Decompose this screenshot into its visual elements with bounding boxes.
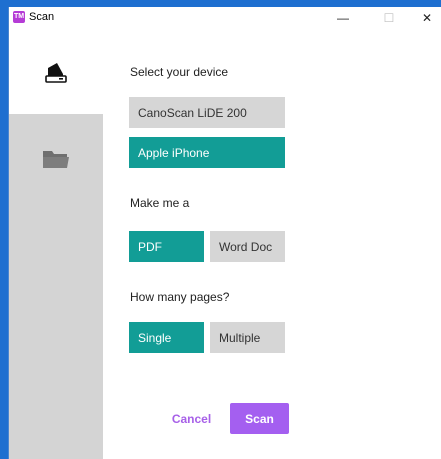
- maximize-button[interactable]: ☐: [369, 7, 409, 29]
- device-option-apple-iphone[interactable]: Apple iPhone: [129, 137, 285, 168]
- device-option-canoscan[interactable]: CanoScan LiDE 200: [129, 97, 285, 128]
- format-option-word-doc[interactable]: Word Doc: [210, 231, 285, 262]
- scanner-icon: [45, 62, 67, 83]
- scan-window: TM Scan — ☐ ✕ Select your device CanoSca…: [8, 7, 441, 459]
- scan-button[interactable]: Scan: [230, 403, 289, 434]
- app-icon: TM: [13, 11, 25, 23]
- folder-icon: [43, 151, 69, 168]
- sidebar-item-folder[interactable]: [9, 114, 103, 204]
- pages-label: How many pages?: [130, 290, 230, 304]
- format-option-pdf[interactable]: PDF: [129, 231, 204, 262]
- minimize-button[interactable]: —: [323, 7, 363, 29]
- window-title: Scan: [29, 11, 55, 23]
- title-bar[interactable]: TM Scan — ☐ ✕: [9, 7, 441, 29]
- sidebar: [9, 29, 103, 459]
- pages-option-multiple[interactable]: Multiple: [210, 322, 285, 353]
- pages-option-single[interactable]: Single: [129, 322, 204, 353]
- cancel-button[interactable]: Cancel: [164, 403, 219, 434]
- device-label: Select your device: [130, 65, 229, 79]
- format-label: Make me a: [130, 196, 190, 210]
- sidebar-item-scan[interactable]: [9, 29, 103, 114]
- close-button[interactable]: ✕: [407, 7, 441, 29]
